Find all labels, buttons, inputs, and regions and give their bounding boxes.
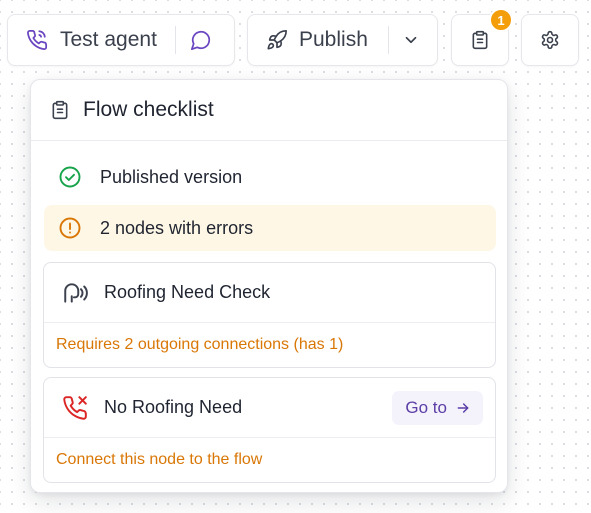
gear-icon — [540, 30, 560, 50]
node-error-card: Roofing Need Check Requires 2 outgoing c… — [43, 262, 496, 368]
status-label: Published version — [100, 166, 243, 187]
node-name: No Roofing Need — [104, 397, 243, 417]
check-circle-icon — [58, 165, 82, 189]
phone-call-icon — [26, 29, 48, 51]
status-label: 2 nodes with errors — [100, 217, 254, 238]
publish-button[interactable]: Publish — [247, 14, 438, 66]
phone-hangup-icon — [62, 395, 88, 421]
node-error-message: Requires 2 outgoing connections (has 1) — [56, 336, 344, 353]
checklist-count-badge: 1 — [489, 8, 513, 32]
toolbar-divider — [387, 26, 389, 54]
go-to-label: Go to — [405, 397, 447, 417]
panel-title: Flow checklist — [83, 98, 214, 121]
publish-label: Publish — [299, 28, 368, 51]
test-agent-label: Test agent — [60, 28, 157, 51]
node-name: Roofing Need Check — [104, 282, 271, 302]
rocket-icon — [266, 29, 288, 51]
flow-checklist-panel: Flow checklist Published version 2 nodes… — [30, 79, 508, 493]
status-published-version: Published version — [44, 154, 496, 200]
toolbar-divider — [174, 26, 176, 54]
chat-bubble-icon[interactable] — [190, 29, 212, 51]
clipboard-list-icon — [470, 30, 490, 50]
chevron-down-icon[interactable] — [402, 31, 420, 49]
go-to-node-button[interactable]: Go to — [392, 390, 483, 425]
clipboard-list-icon — [49, 99, 71, 121]
arrow-right-icon — [455, 400, 471, 416]
panel-header: Flow checklist — [31, 80, 507, 141]
node-error-message: Connect this node to the flow — [56, 451, 263, 468]
voice-listen-icon — [62, 280, 88, 306]
node-error-card: No Roofing Need Go to Connect this node … — [43, 377, 496, 483]
settings-button[interactable] — [521, 14, 579, 66]
status-node-errors: 2 nodes with errors — [44, 205, 496, 251]
alert-circle-icon — [58, 216, 82, 240]
test-agent-button[interactable]: Test agent — [7, 14, 235, 66]
node-card-header: No Roofing Need Go to — [44, 378, 495, 438]
node-card-header: Roofing Need Check — [44, 263, 495, 323]
